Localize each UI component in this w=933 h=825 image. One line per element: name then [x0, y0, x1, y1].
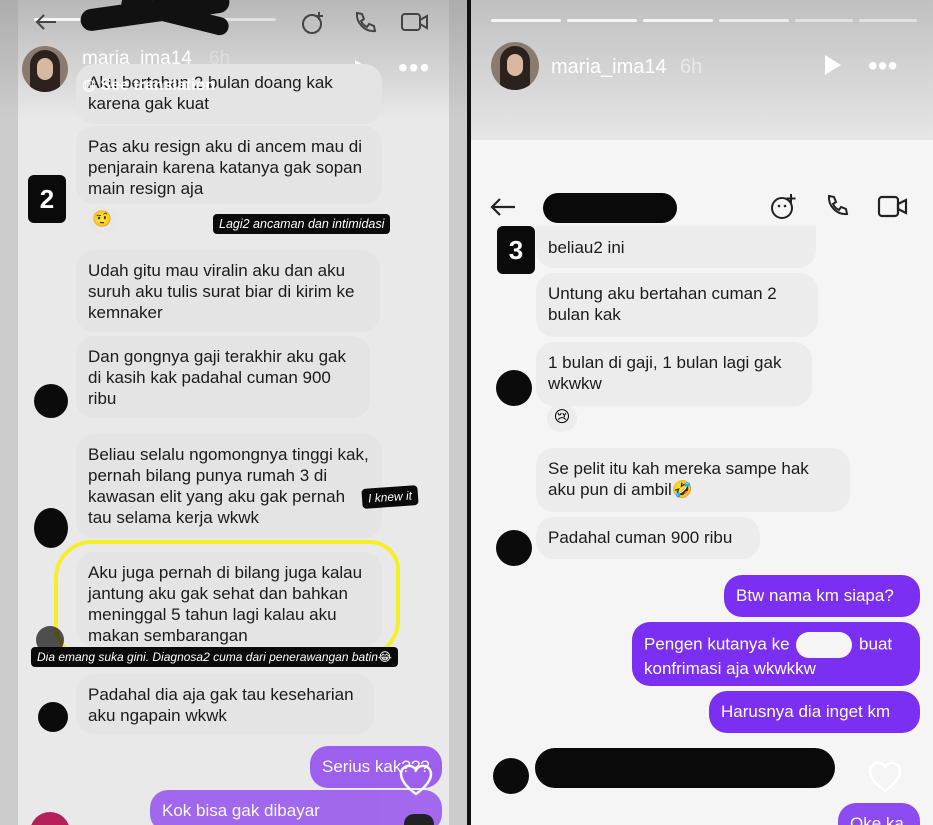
redacted-avatar [34, 508, 68, 548]
message-bubble: Dan gongnya gaji terakhir aku gak di kas… [76, 336, 370, 418]
play-icon[interactable] [820, 53, 844, 77]
right-shade [449, 0, 467, 825]
emoji-add-icon[interactable] [300, 10, 326, 36]
phone-icon[interactable] [824, 193, 852, 221]
redacted-avatar [493, 758, 529, 794]
translation-link[interactable]: ◍ See translation [82, 75, 215, 95]
back-arrow-icon[interactable] [34, 12, 58, 32]
progress-seg-2 [567, 19, 637, 22]
story-username[interactable]: maria_ima14 [551, 56, 667, 79]
more-options-icon[interactable]: ••• [868, 52, 897, 80]
caption-tag: Dia emang suka gini. Diagnosa2 cuma dari… [31, 647, 398, 667]
progress-seg-1 [491, 19, 561, 22]
more-options-icon[interactable]: ••• [398, 54, 430, 82]
sent-message: Btw nama km siapa? [724, 575, 920, 617]
sent-message: Harusnya dia inget km [709, 691, 920, 733]
redacted-avatar [496, 530, 532, 566]
redacted-name [543, 193, 677, 223]
message-bubble: Padahal cuman 900 ribu [536, 517, 760, 559]
message-bubble: Untung aku bertahan cuman 2 bulan kak [536, 273, 818, 337]
reaction-emoji[interactable]: 😢 [547, 404, 577, 432]
sent-message: Pengen kutanya ke buat konfrimasi aja wk… [632, 622, 920, 686]
heart-icon[interactable] [867, 760, 903, 794]
back-arrow-icon[interactable] [489, 195, 517, 219]
sent-message: Oke ka [838, 803, 920, 825]
progress-seg-3 [643, 19, 713, 22]
bottom-icon [404, 814, 434, 825]
progress-seg-4 [719, 19, 789, 22]
left-shade [0, 0, 18, 825]
highlight-circle [54, 540, 400, 660]
bottom-avatar [30, 812, 70, 825]
translate-icon: ◍ [82, 77, 96, 94]
caption-tag: Lagi2 ancaman dan intimidasi [213, 214, 391, 234]
slide-number: 2 [28, 175, 66, 223]
avatar[interactable] [491, 42, 539, 90]
story-time: 6h [680, 56, 703, 78]
message-bubble: 1 bulan di gaji, 1 bulan lagi gak wkwkw [536, 342, 812, 406]
slide-number: 3 [497, 226, 535, 274]
emoji-add-icon[interactable] [769, 192, 799, 222]
video-icon[interactable] [400, 10, 430, 34]
redacted-name [796, 632, 853, 658]
redacted-avatar [496, 370, 532, 406]
message-bubble: beliau2 ini [536, 226, 816, 268]
redacted-avatar [38, 702, 68, 732]
progress-seg-6 [859, 19, 917, 22]
video-icon[interactable] [877, 194, 909, 220]
message-bubble: Beliau selalu ngomongnya tinggi kak, per… [76, 434, 382, 538]
message-bubble: Se pelit itu kah mereka sampe hak aku pu… [536, 448, 850, 512]
caption-tag: I knew it [361, 485, 419, 509]
progress-seg-4 [220, 18, 276, 21]
message-bubble: Padahal dia aja gak tau keseharian aku n… [76, 674, 374, 734]
redacted-avatar [36, 626, 64, 654]
story-panel-1: maria_ima14 6h ••• Aku bertahan 2 bulan … [0, 0, 467, 825]
progress-seg-5 [795, 19, 853, 22]
avatar[interactable] [22, 46, 68, 92]
heart-icon[interactable] [398, 763, 434, 797]
reaction-emoji[interactable]: 🤨 [87, 206, 117, 234]
redacted-message [535, 748, 835, 788]
redacted-avatar [34, 384, 68, 418]
message-bubble: Udah gitu mau viralin aku dan aku suruh … [76, 250, 380, 332]
phone-icon[interactable] [352, 10, 378, 36]
story-panel-2: maria_ima14 6h ••• 3 beliau2 ini Untung … [471, 0, 933, 825]
message-bubble: Pas aku resign aku di ancem mau di penja… [76, 126, 382, 204]
